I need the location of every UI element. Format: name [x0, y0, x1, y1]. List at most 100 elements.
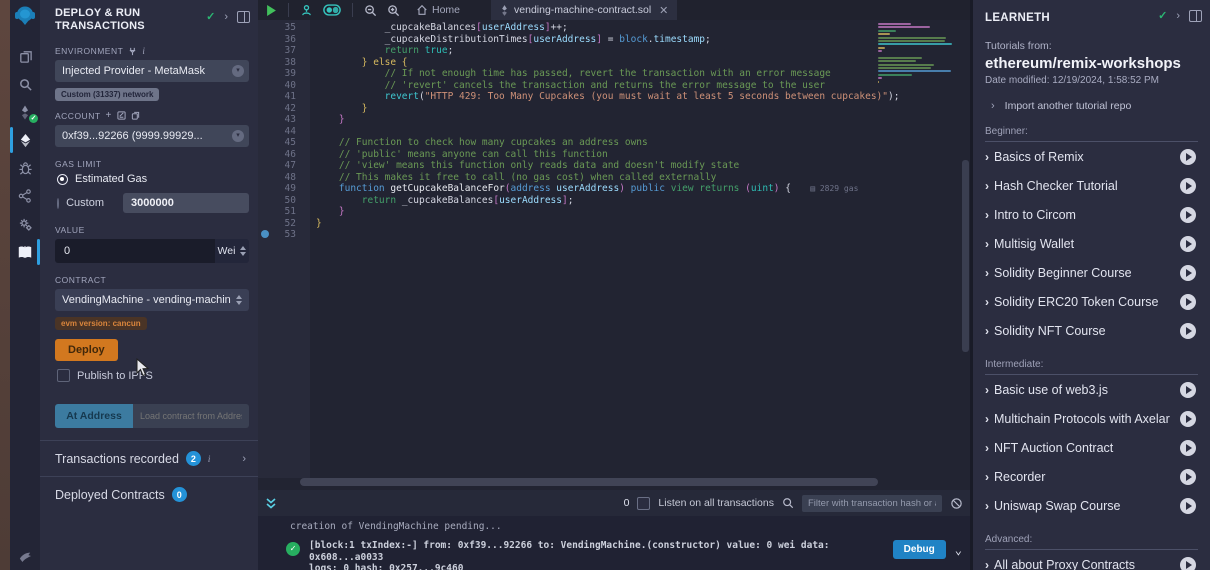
code-line[interactable]: _cupcakeDistributionTimes[userAddress] =…	[316, 34, 970, 46]
expand-terminal-icon[interactable]	[265, 498, 277, 509]
value-unit-select[interactable]: Wei	[215, 239, 249, 263]
search-icon[interactable]	[10, 70, 40, 98]
chevron-down-icon[interactable]: ⌄	[955, 543, 962, 557]
transaction-log-row[interactable]: ✓ [block:1 txIndex:-] from: 0xf39...9226…	[258, 532, 970, 570]
learneth-icon[interactable]	[10, 238, 40, 266]
checkbox-icon[interactable]	[57, 369, 70, 382]
code-line[interactable]: function getCupcakeBalanceFor(address us…	[316, 183, 970, 195]
code-line[interactable]: }	[316, 206, 970, 218]
environment-select[interactable]: Injected Provider - MetaMask ▾	[55, 60, 249, 82]
play-circle-icon[interactable]	[1180, 411, 1196, 427]
solidity-compiler-icon[interactable]: ✓	[10, 98, 40, 126]
code-line[interactable]: } else {	[316, 57, 970, 69]
tutorial-item[interactable]: ›NFT Auction Contract	[973, 433, 1210, 462]
tutorial-item[interactable]: ›Solidity ERC20 Token Course	[973, 287, 1210, 316]
home-tab[interactable]: Home	[411, 4, 465, 16]
tutorial-item[interactable]: ›Uniswap Swap Course	[973, 491, 1210, 520]
debugger-icon[interactable]	[10, 154, 40, 182]
pin-panel-icon[interactable]	[237, 11, 250, 23]
code-line[interactable]: // Function to check how many cupcakes a…	[316, 137, 970, 149]
tutorial-item[interactable]: ›All about Proxy Contracts	[973, 550, 1210, 570]
copy-icon[interactable]	[131, 111, 140, 120]
close-tab-icon[interactable]: ✕	[659, 4, 668, 17]
line-number[interactable]: 41	[258, 91, 296, 103]
chevron-right-icon[interactable]: ›	[242, 453, 246, 465]
transactions-recorded-row[interactable]: Transactions recorded 2 i ›	[40, 441, 258, 466]
zoom-out-icon[interactable]	[359, 4, 382, 17]
file-tab[interactable]: vending-machine-contract.sol ✕	[491, 0, 677, 20]
breakpoint-dot[interactable]	[261, 230, 269, 238]
tutorial-item[interactable]: ›Basic use of web3.js	[973, 375, 1210, 404]
code-line[interactable]	[316, 126, 970, 138]
line-number[interactable]: 37	[258, 45, 296, 57]
code-editor[interactable]: 35363738394041424344454647484950515253 _…	[258, 20, 970, 478]
code-line[interactable]: return _cupcakeBalances[userAddress];	[316, 195, 970, 207]
radio-unselected-icon[interactable]	[57, 198, 59, 209]
chevron-right-icon[interactable]: ›	[1176, 10, 1180, 22]
account-caret-icon[interactable]: ▾	[232, 130, 244, 142]
value-input[interactable]	[55, 239, 215, 263]
line-number[interactable]: 44	[258, 126, 296, 138]
info-icon[interactable]: i	[208, 454, 211, 464]
play-circle-icon[interactable]	[1180, 265, 1196, 281]
code-line[interactable]: }	[316, 103, 970, 115]
line-number[interactable]: 47	[258, 160, 296, 172]
tutorial-item[interactable]: ›Solidity NFT Course	[973, 316, 1210, 345]
play-circle-icon[interactable]	[1180, 440, 1196, 456]
line-number[interactable]: 35	[258, 22, 296, 34]
chevron-right-icon[interactable]: ›	[224, 11, 228, 23]
run-script-icon[interactable]	[258, 5, 282, 16]
tutorial-item[interactable]: ›Solidity Beginner Course	[973, 258, 1210, 287]
tutorial-item[interactable]: ›Basics of Remix	[973, 142, 1210, 171]
deploy-run-icon[interactable]	[10, 126, 40, 154]
publish-to-ipfs-option[interactable]: Publish to IPFS	[57, 369, 249, 382]
line-number[interactable]: 36	[258, 34, 296, 46]
play-circle-icon[interactable]	[1180, 207, 1196, 223]
import-repo-row[interactable]: › Import another tutorial repo	[973, 86, 1210, 112]
custom-gas-option[interactable]: Custom	[57, 193, 249, 213]
play-circle-icon[interactable]	[1180, 469, 1196, 485]
play-circle-icon[interactable]	[1180, 149, 1196, 165]
tutorial-item[interactable]: ›Multichain Protocols with Axelar	[973, 404, 1210, 433]
line-number[interactable]: 43	[258, 114, 296, 126]
remix-logo-icon[interactable]	[13, 4, 37, 28]
contract-stepper-icon[interactable]	[236, 295, 242, 305]
horizontal-scrollbar[interactable]	[300, 478, 878, 486]
code-line[interactable]: }	[316, 114, 970, 126]
line-number[interactable]: 51	[258, 206, 296, 218]
walkthrough-icon[interactable]	[295, 4, 318, 17]
line-number[interactable]: 46	[258, 149, 296, 161]
sign-message-icon[interactable]	[117, 111, 126, 120]
line-number[interactable]: 52	[258, 218, 296, 230]
line-number[interactable]: 38	[258, 57, 296, 69]
ai-copilot-toggle[interactable]	[318, 4, 346, 16]
file-explorer-icon[interactable]	[10, 42, 40, 70]
play-circle-icon[interactable]	[1180, 236, 1196, 252]
code-line[interactable]: // 'revert' cancels the transaction and …	[316, 80, 970, 92]
pin-panel-icon[interactable]	[1189, 10, 1202, 22]
code-line[interactable]: return true;	[316, 45, 970, 57]
play-circle-icon[interactable]	[1180, 498, 1196, 514]
settings-icon[interactable]	[10, 210, 40, 238]
tutorial-item[interactable]: ›Recorder	[973, 462, 1210, 491]
contract-select[interactable]: VendingMachine - vending-machin	[55, 289, 249, 311]
line-number[interactable]: 50	[258, 195, 296, 207]
code-line[interactable]: _cupcakeBalances[userAddress]++;	[316, 22, 970, 34]
estimated-gas-option[interactable]: Estimated Gas	[57, 173, 249, 185]
code-line[interactable]	[316, 229, 970, 241]
play-circle-icon[interactable]	[1180, 382, 1196, 398]
add-account-icon[interactable]: +	[106, 110, 112, 121]
code-lines[interactable]: _cupcakeBalances[userAddress]++; _cupcak…	[310, 20, 970, 478]
debug-button[interactable]: Debug	[893, 540, 946, 559]
deploy-button[interactable]: Deploy	[55, 339, 118, 361]
code-line[interactable]: // This makes it free to call (no gas co…	[316, 172, 970, 184]
line-number[interactable]: 45	[258, 137, 296, 149]
search-icon[interactable]	[782, 497, 794, 509]
tutorial-item[interactable]: ›Intro to Circom	[973, 200, 1210, 229]
deployed-contracts-row[interactable]: Deployed Contracts 0	[40, 477, 258, 502]
play-circle-icon[interactable]	[1180, 294, 1196, 310]
play-circle-icon[interactable]	[1180, 557, 1196, 570]
zoom-in-icon[interactable]	[382, 4, 405, 17]
tutorial-item[interactable]: ›Multisig Wallet	[973, 229, 1210, 258]
info-icon[interactable]: i	[142, 46, 145, 56]
